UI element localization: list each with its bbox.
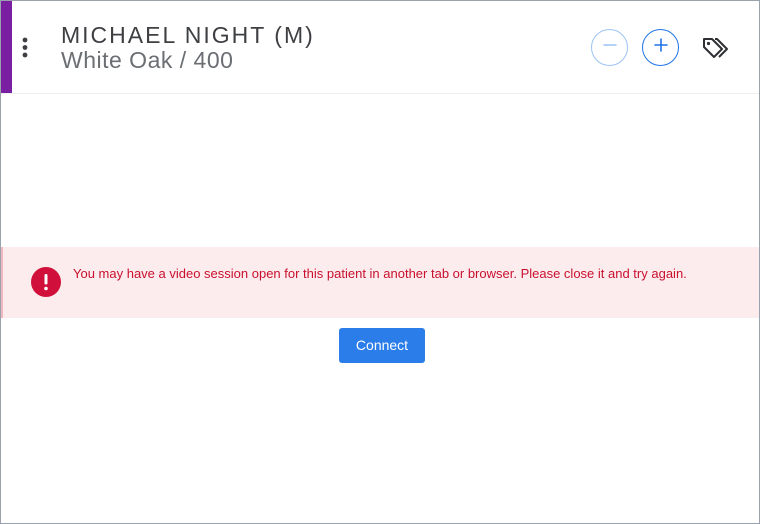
session-error-alert: You may have a video session open for th… <box>1 247 759 318</box>
zoom-in-button[interactable] <box>642 29 679 66</box>
patient-name: MICHAEL NIGHT (M) <box>61 22 315 48</box>
error-icon <box>31 267 61 297</box>
zoom-out-button[interactable] <box>591 29 628 66</box>
minus-icon <box>602 37 618 58</box>
patient-accent-bar <box>1 1 12 93</box>
tags-icon[interactable] <box>701 35 729 61</box>
more-vertical-icon[interactable] <box>18 35 32 61</box>
patient-header: MICHAEL NIGHT (M) White Oak / 400 <box>1 1 759 94</box>
patient-location: White Oak / 400 <box>61 47 234 73</box>
patient-video-panel: MICHAEL NIGHT (M) White Oak / 400 You ma… <box>0 0 760 524</box>
plus-icon <box>653 37 669 58</box>
connect-button[interactable]: Connect <box>339 328 425 363</box>
alert-message: You may have a video session open for th… <box>73 266 687 281</box>
